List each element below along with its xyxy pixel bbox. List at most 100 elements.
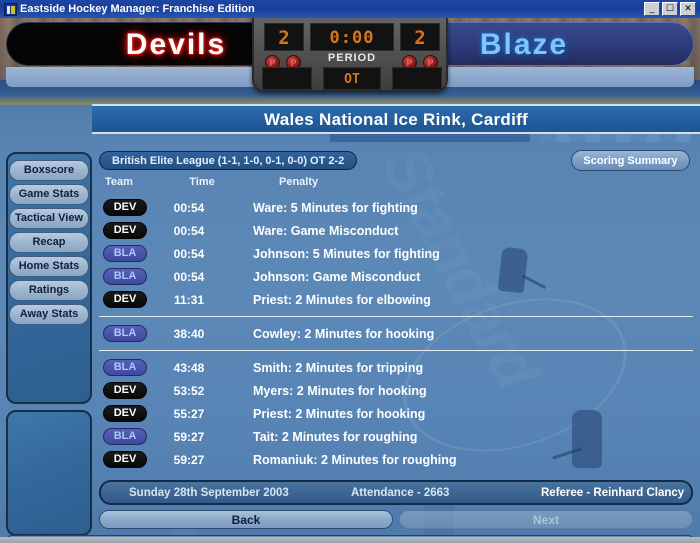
sidebar-item-recap[interactable]: Recap [9,232,89,253]
league-info-pill: British Elite League (1-1, 1-0, 0-1, 0-0… [99,151,358,170]
penalty-description: Priest: 2 Minutes for elbowing [253,292,431,307]
team-badge: BLA [103,268,147,285]
app-icon [4,2,17,16]
penalty-time: 00:54 [173,200,205,215]
next-button: Next [399,510,693,529]
sidebar-item-away-stats[interactable]: Away Stats [9,304,89,325]
penalty-description: Johnson: Game Misconduct [253,269,421,284]
game-date: Sunday 28th September 2003 [129,486,289,499]
penalty-description: Smith: 2 Minutes for tripping [253,360,424,375]
table-row[interactable]: BLA 59:27 Tait: 2 Minutes for roughing [99,425,693,448]
sidebar-menu: Boxscore Game Stats Tactical View Recap … [9,160,89,328]
scoreboard-period-value: OT [323,67,381,90]
penalty-description: Ware: Game Misconduct [253,223,399,238]
penalty-description: Cowley: 2 Minutes for hooking [253,326,435,341]
team-badge: DEV [103,222,147,239]
table-row[interactable]: BLA 38:40 Cowley: 2 Minutes for hooking [99,322,693,345]
table-row[interactable]: DEV 59:27 Romaniuk: 2 Minutes for roughing [99,448,693,471]
minimize-button[interactable]: _ [644,2,660,16]
penalty-time: 00:54 [173,269,205,284]
sidebar-item-ratings[interactable]: Ratings [9,280,89,301]
sidebar-item-game-stats[interactable]: Game Stats [9,184,89,205]
penalty-time: 00:54 [173,246,205,261]
scoreboard-blank-right [392,67,442,90]
penalty-table: Team Time Penalty DEV 00:54 Ware: 5 Minute… [99,176,693,468]
table-row[interactable]: DEV 55:27 Priest: 2 Minutes for hooking [99,402,693,425]
application-window: Eastside Hockey Manager: Franchise Editi… [0,0,700,543]
sidebar-item-tactical-view[interactable]: Tactical View [9,208,89,229]
team-badge: BLA [103,325,147,342]
table-row[interactable]: DEV 00:54 Ware: 5 Minutes for fighting [99,196,693,219]
scoreboard: 2 0:00 2 PERIOD P P P P OT [252,18,448,92]
scoring-summary-button[interactable]: Scoring Summary [571,150,690,171]
sidebar-item-label: Home Stats [18,260,80,272]
team-badge: BLA [103,428,147,445]
penalty-time: 00:54 [173,223,205,238]
window-titlebar: Eastside Hockey Manager: Franchise Editi… [0,0,700,18]
close-button[interactable]: ✕ [680,2,696,16]
team-badge: DEV [103,199,147,216]
team-badge: DEV [103,382,147,399]
penalty-table-header: Team Time Penalty [99,176,693,194]
sidebar-item-label: Boxscore [23,164,75,176]
game-info-bar: Sunday 28th September 2003 Attendance - … [99,480,693,505]
scoreboard-blank-left [262,67,312,90]
team-badge: BLA [103,245,147,262]
penalty-time: 59:27 [173,452,205,467]
period-divider [99,316,693,317]
scoreboard-home-score: 2 [264,23,304,51]
minimize-icon: _ [649,3,655,13]
window-frame-bottom [0,537,700,543]
team-badge: DEV [103,405,147,422]
penalty-description: Ware: 5 Minutes for fighting [253,200,418,215]
game-referee: Referee - Reinhard Clancy [541,486,685,499]
back-button[interactable]: Back [99,510,393,529]
table-row[interactable]: DEV 53:52 Myers: 2 Minutes for hooking [99,379,693,402]
team-badge: DEV [103,451,147,468]
sidebar-item-label: Recap [32,236,66,248]
period-divider [99,350,693,351]
team-badge: DEV [103,291,147,308]
window-title: Eastside Hockey Manager: Franchise Editi… [20,3,255,15]
scoreboard-away-score: 2 [400,23,440,51]
table-row[interactable]: BLA 43:48 Smith: 2 Minutes for tripping [99,356,693,379]
sidebar: Boxscore Game Stats Tactical View Recap … [6,104,92,536]
penalty-time: 59:27 [173,429,205,444]
table-row[interactable]: BLA 00:54 Johnson: Game Misconduct [99,265,693,288]
game-attendance: Attendance - 2663 [351,486,450,499]
window-controls: _ ☐ ✕ [644,2,696,16]
penalty-time: 38:40 [173,326,205,341]
sidebar-item-label: Ratings [28,284,70,296]
penalty-time: 55:27 [173,406,205,421]
maximize-icon: ☐ [665,3,675,13]
penalty-table-body: DEV 00:54 Ware: 5 Minutes for fighting DEV 0… [99,196,693,471]
sidebar-item-label: Tactical View [14,212,84,224]
penalty-time: 53:52 [173,383,205,398]
close-icon: ✕ [684,3,692,13]
column-header-time: Time [189,176,215,188]
sidebar-item-home-stats[interactable]: Home Stats [9,256,89,277]
column-header-penalty: Penalty [279,176,319,188]
arena-name: Wales National Ice Rink, Cardiff [263,110,529,129]
team-badge: BLA [103,359,147,376]
scoreboard-period-label: PERIOD [327,52,377,64]
table-row[interactable]: DEV 00:54 Ware: Game Misconduct [99,219,693,242]
game-viewport: DOCKLANDS Standard Devils Blaze 2 [0,18,700,543]
column-header-team: Team [105,176,133,188]
maximize-button[interactable]: ☐ [662,2,678,16]
penalty-description: Romaniuk: 2 Minutes for roughing [253,452,457,467]
table-row[interactable]: BLA 00:54 Johnson: 5 Minutes for fighting [99,242,693,265]
scoreboard-clock: 0:00 [310,23,394,51]
penalty-description: Johnson: 5 Minutes for fighting [253,246,440,261]
table-row[interactable]: DEV 11:31 Priest: 2 Minutes for elbowing [99,288,693,311]
sidebar-item-label: Game Stats [18,188,80,200]
penalty-description: Priest: 2 Minutes for hooking [253,406,426,421]
penalty-description: Myers: 2 Minutes for hooking [253,383,427,398]
penalty-time: 11:31 [173,292,205,307]
penalty-time: 43:48 [173,360,205,375]
sidebar-item-label: Away Stats [19,308,79,320]
arena-header-bar: Wales National Ice Rink, Cardiff [92,104,700,134]
sidebar-item-boxscore[interactable]: Boxscore [9,160,89,181]
penalty-description: Tait: 2 Minutes for roughing [253,429,418,444]
sidebar-panel-lower [6,410,92,536]
